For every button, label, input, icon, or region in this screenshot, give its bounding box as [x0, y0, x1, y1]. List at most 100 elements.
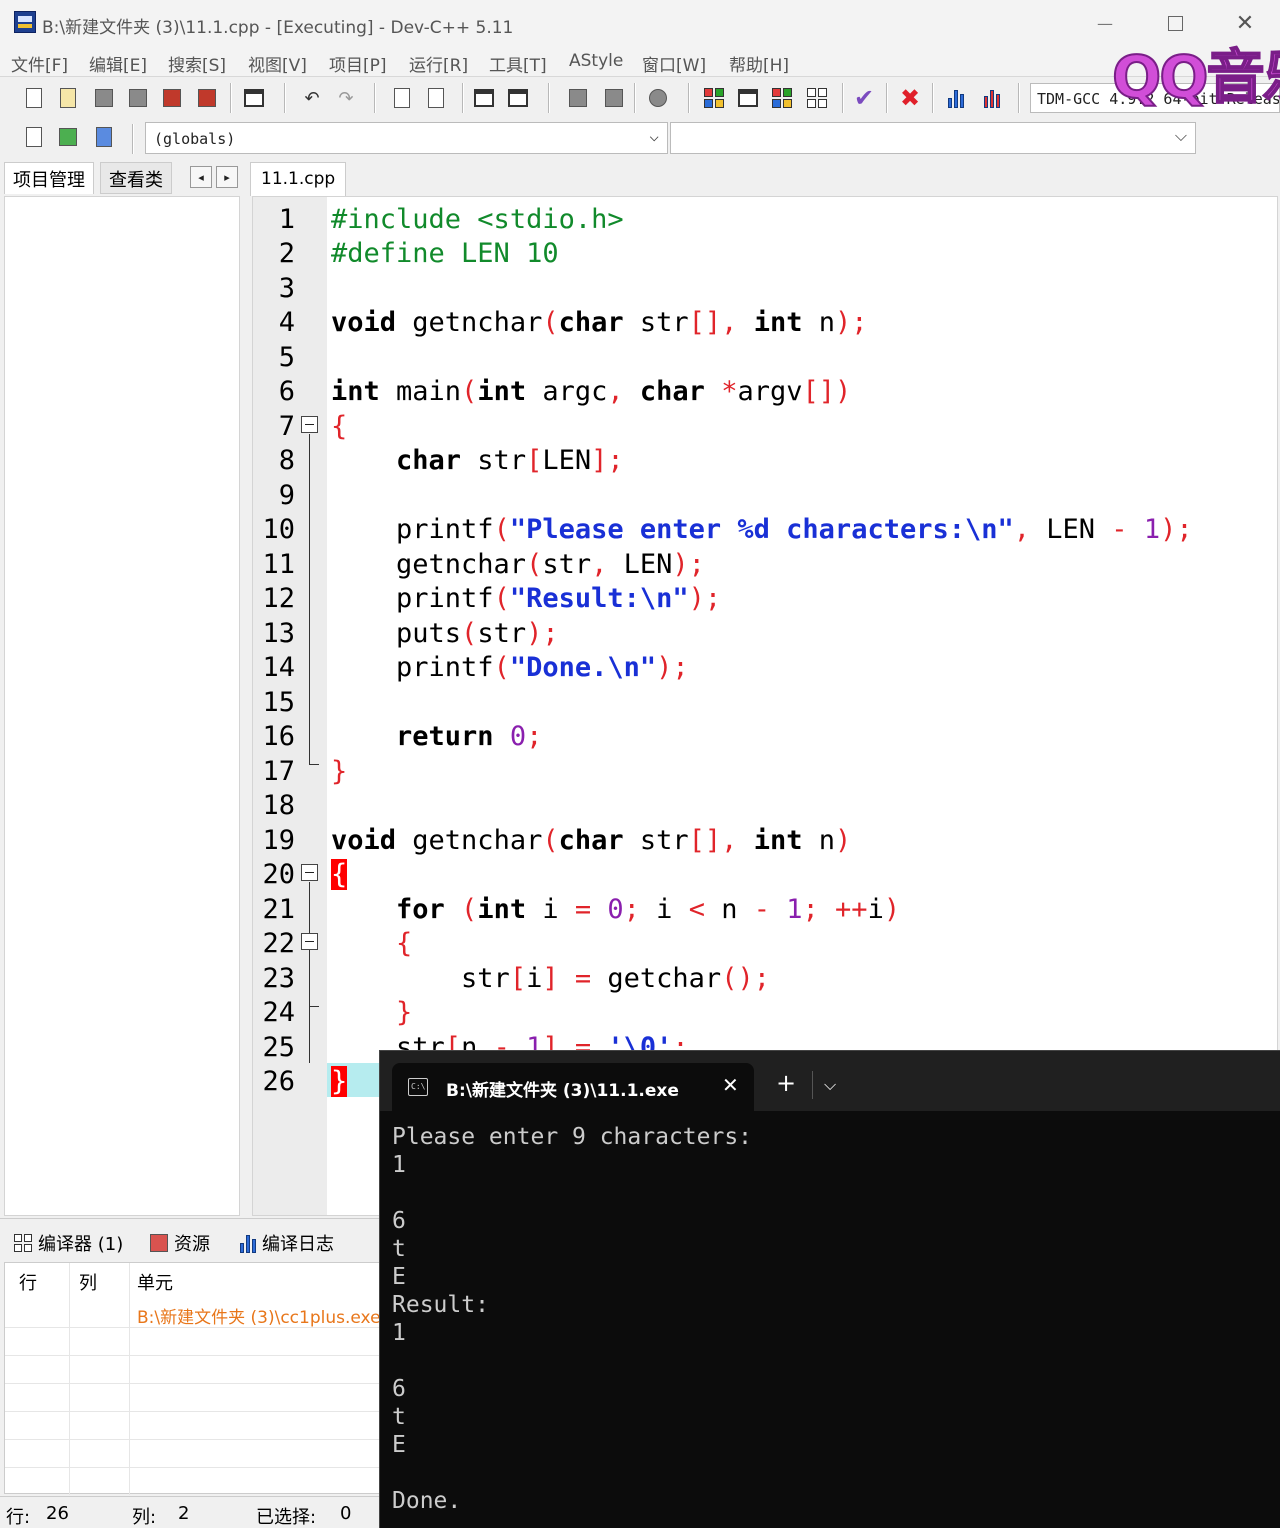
- plus-icon: +: [776, 1069, 797, 1097]
- code-line: 16 return 0;: [262, 721, 543, 752]
- bookmark-list-button[interactable]: [90, 123, 118, 151]
- toolbar-separator: [374, 83, 376, 113]
- open-file-button[interactable]: [54, 84, 82, 112]
- left-panel-tabs: 项目管理 查看类 ◂ ▸: [0, 158, 246, 196]
- close-file-icon: [163, 89, 181, 107]
- insert-button[interactable]: [20, 123, 48, 151]
- minimize-icon: —: [1097, 13, 1113, 33]
- code-line: 9: [278, 480, 295, 511]
- goto-icon: [59, 128, 77, 146]
- tab-project-manager[interactable]: 项目管理: [4, 162, 94, 194]
- goto-line-button[interactable]: [470, 84, 498, 112]
- terminal-output[interactable]: Please enter 9 characters: 1 6 t E Resul…: [392, 1123, 752, 1515]
- menu-bar: 文件[F] 编辑[E] 搜索[S] 视图[V] 项目[P] 运行[R] 工具[T…: [0, 46, 1280, 76]
- tab-dropdown-button[interactable]: ⌵: [824, 1075, 836, 1095]
- menu-help[interactable]: 帮助[H]: [729, 51, 789, 76]
- toggle-comment-button[interactable]: [644, 84, 672, 112]
- close-file-button[interactable]: [158, 84, 186, 112]
- secondary-toolbar: (globals) ⌵ ⌵: [0, 118, 1280, 158]
- menu-tools[interactable]: 工具[T]: [489, 51, 547, 76]
- code-line: 13 puts(str);: [262, 618, 559, 649]
- tab-bar-separator: [812, 1071, 813, 1099]
- menu-astyle[interactable]: AStyle: [569, 51, 623, 71]
- tab-class-browser[interactable]: 查看类: [100, 162, 172, 194]
- stop-execution-button[interactable]: ✖: [896, 84, 924, 112]
- close-all-button[interactable]: [193, 84, 221, 112]
- chart-icon: [948, 88, 964, 108]
- terminal-window[interactable]: C:\ B:\新建文件夹 (3)\11.1.exe ✕ + ⌵ Please e…: [379, 1050, 1280, 1528]
- tab-scroll-left-button[interactable]: ◂: [190, 166, 212, 188]
- profile-button[interactable]: [942, 84, 970, 112]
- menu-run[interactable]: 运行[R]: [409, 51, 468, 76]
- new-file-button[interactable]: [20, 84, 48, 112]
- indent-button[interactable]: [564, 84, 592, 112]
- resources-icon: [150, 1234, 168, 1252]
- menu-edit[interactable]: 编辑[E]: [89, 51, 147, 76]
- undo-button[interactable]: ↶: [298, 84, 326, 112]
- menu-search[interactable]: 搜索[S]: [168, 51, 226, 76]
- fold-toggle-icon[interactable]: [301, 864, 318, 881]
- rebuild-all-button[interactable]: [803, 84, 831, 112]
- compile-run-icon: [772, 88, 792, 108]
- column-header-unit[interactable]: 单元: [137, 1269, 173, 1295]
- save-button[interactable]: [90, 84, 118, 112]
- toggle-bookmark-button[interactable]: [504, 84, 532, 112]
- compile-log-icon: [240, 1233, 256, 1253]
- terminal-tab-close-button[interactable]: ✕: [722, 1073, 739, 1097]
- toolbar-separator: [462, 83, 464, 113]
- fold-toggle-icon[interactable]: [301, 933, 318, 950]
- find-button[interactable]: [388, 84, 416, 112]
- column-header-col[interactable]: 列: [79, 1269, 97, 1295]
- chevron-down-icon: ⌵: [1174, 126, 1187, 145]
- replace-button[interactable]: [422, 84, 450, 112]
- syntax-check-button[interactable]: ✔: [850, 84, 878, 112]
- menu-window[interactable]: 窗口[W]: [642, 51, 706, 76]
- compiler-messages-table[interactable]: 行 列 单元 B:\新建文件夹 (3)\cc1plus.exe: [4, 1262, 381, 1495]
- unindent-button[interactable]: [600, 84, 628, 112]
- scope-value: (globals): [154, 130, 236, 148]
- new-tab-button[interactable]: +: [776, 1071, 796, 1095]
- message-unit[interactable]: B:\新建文件夹 (3)\cc1plus.exe: [137, 1303, 381, 1328]
- column-header-line[interactable]: 行: [19, 1269, 37, 1295]
- status-col-value: 2: [178, 1503, 190, 1524]
- compile-run-button[interactable]: [768, 84, 796, 112]
- code-line: 10 printf("Please enter %d characters:\n…: [262, 514, 1193, 545]
- menu-file[interactable]: 文件[F]: [11, 51, 68, 76]
- grid-line: [5, 1439, 381, 1440]
- tab-compile-log[interactable]: 编译日志: [240, 1227, 334, 1259]
- redo-icon: ↷: [338, 87, 354, 109]
- goto-button[interactable]: [54, 123, 82, 151]
- editor-tabs: 11.1.cpp: [246, 158, 1280, 196]
- new-file-icon: [26, 88, 42, 108]
- code-line: 24 }: [262, 997, 413, 1028]
- tab-compiler[interactable]: 编译器 (1): [14, 1227, 123, 1259]
- bookmark-icon: [508, 89, 528, 107]
- code-line: 22 {: [262, 928, 413, 959]
- save-all-button[interactable]: [124, 84, 152, 112]
- matched-brace: {: [331, 859, 348, 890]
- chevron-down-icon: ⌵: [649, 126, 659, 145]
- title-bar: B:\新建文件夹 (3)\11.1.cpp - [Executing] - De…: [0, 0, 1280, 46]
- menu-project[interactable]: 项目[P]: [329, 51, 387, 76]
- print-button[interactable]: [240, 84, 268, 112]
- run-button[interactable]: [734, 84, 762, 112]
- code-line: 3: [278, 273, 295, 304]
- tab-11-1-cpp[interactable]: 11.1.cpp: [250, 162, 347, 196]
- scope-select[interactable]: (globals) ⌵: [145, 122, 668, 154]
- redo-button[interactable]: ↷: [332, 84, 360, 112]
- tab-resources[interactable]: 资源: [150, 1227, 210, 1259]
- menu-view[interactable]: 视图[V]: [248, 51, 307, 76]
- code-line: 4 void getnchar(char str[], int n);: [278, 307, 868, 338]
- terminal-tab-bar: C:\ B:\新建文件夹 (3)\11.1.exe ✕ + ⌵: [380, 1051, 1280, 1111]
- project-tree[interactable]: [4, 196, 240, 1216]
- code-line: 11 getnchar(str, LEN);: [262, 549, 705, 580]
- terminal-tab[interactable]: C:\ B:\新建文件夹 (3)\11.1.exe ✕: [392, 1063, 754, 1111]
- function-select[interactable]: ⌵: [670, 122, 1196, 154]
- compile-button[interactable]: [700, 84, 728, 112]
- delete-profile-button[interactable]: [978, 84, 1006, 112]
- close-all-icon: [198, 89, 216, 107]
- status-line-value: 26: [46, 1503, 69, 1524]
- tab-scroll-right-button[interactable]: ▸: [216, 166, 238, 188]
- grid-line: [129, 1263, 130, 1495]
- fold-toggle-icon[interactable]: [301, 416, 318, 433]
